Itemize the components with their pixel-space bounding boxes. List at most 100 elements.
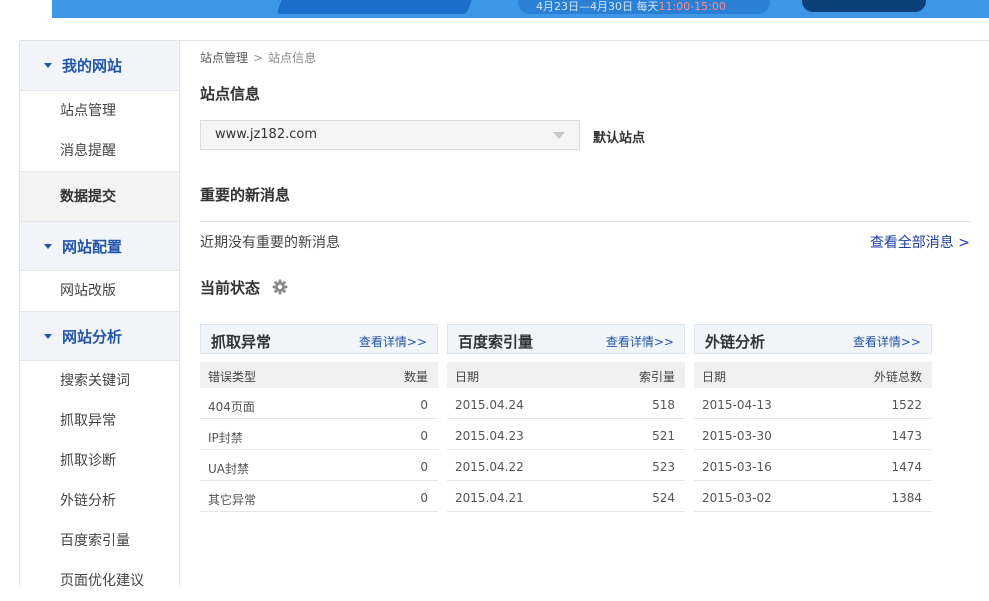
sidebar-item-site-management[interactable]: 站点管理 xyxy=(20,91,179,131)
row-label: IP封禁 xyxy=(208,431,243,445)
row-value: 0 xyxy=(420,491,428,505)
caret-down-icon xyxy=(44,333,52,339)
card-column-headers: 错误类型 数量 xyxy=(200,362,438,388)
banner-graphic xyxy=(276,0,478,14)
card-column-headers: 日期 外链总数 xyxy=(694,362,932,388)
row-value: 1473 xyxy=(891,429,922,443)
row-label: 2015.04.24 xyxy=(455,398,524,412)
sidebar-section-label: 网站配置 xyxy=(62,237,123,256)
caret-down-icon xyxy=(44,243,52,249)
sidebar-item-crawl-errors[interactable]: 抓取异常 xyxy=(20,401,179,441)
status-title: 当前状态 xyxy=(200,279,261,297)
breadcrumb-separator: > xyxy=(253,51,264,65)
sidebar-section-label: 网站分析 xyxy=(62,327,123,346)
breadcrumb-root[interactable]: 站点管理 xyxy=(200,51,248,65)
row-label: 2015-03-30 xyxy=(702,429,772,443)
column-header: 错误类型 xyxy=(208,370,257,384)
sidebar-section-site-analysis[interactable]: 网站分析 xyxy=(20,311,179,361)
card-details-link[interactable]: 查看详情>> xyxy=(606,333,674,350)
gear-icon[interactable] xyxy=(272,279,288,295)
row-label: 2015.04.22 xyxy=(455,460,524,474)
row-label: UA封禁 xyxy=(208,462,249,476)
row-value: 0 xyxy=(420,398,428,412)
sidebar-item-message-alerts[interactable]: 消息提醒 xyxy=(20,131,179,171)
sidebar-item-baidu-index[interactable]: 百度索引量 xyxy=(20,521,179,561)
row-label: 2015-03-16 xyxy=(702,460,772,474)
row-value: 0 xyxy=(420,460,428,474)
row-value: 518 xyxy=(652,398,675,412)
card-title: 抓取异常 xyxy=(211,333,272,351)
column-header: 日期 xyxy=(455,370,480,384)
table-row: 2015-03-02 1384 xyxy=(694,481,932,512)
baidu-index-card: 百度索引量 查看详情>> 日期 索引量 2015.04.24 518 2015.0… xyxy=(447,324,685,512)
card-details-link[interactable]: 查看详情>> xyxy=(359,333,427,350)
sidebar-item-page-optimization[interactable]: 页面优化建议 xyxy=(20,561,179,601)
table-row: IP封禁 0 xyxy=(200,419,438,450)
row-label: 2015.04.23 xyxy=(455,429,524,443)
backlink-analysis-card: 外链分析 查看详情>> 日期 外链总数 2015-04-13 1522 2015-… xyxy=(694,324,932,512)
banner-promo-time: 11:00-15:00 xyxy=(658,0,726,13)
sidebar-item-crawl-diagnosis[interactable]: 抓取诊断 xyxy=(20,441,179,481)
table-row: 2015.04.24 518 xyxy=(447,388,685,419)
table-row: 2015-03-30 1473 xyxy=(694,419,932,450)
column-header: 数量 xyxy=(403,370,428,384)
row-value: 524 xyxy=(652,491,675,505)
table-row: 2015.04.22 523 xyxy=(447,450,685,481)
view-all-messages-link[interactable]: 查看全部消息 > xyxy=(870,232,970,252)
banner-promo: 4月23日—4月30日 每天11:00-15:00 xyxy=(518,0,770,14)
row-value: 521 xyxy=(652,429,675,443)
sidebar-section-site-config[interactable]: 网站配置 xyxy=(20,221,179,271)
crawl-errors-card: 抓取异常 查看详情>> 错误类型 数量 404页面 0 IP封禁 0 UA封禁 0 其… xyxy=(200,324,438,512)
dropdown-arrow-icon xyxy=(553,132,565,139)
column-header: 日期 xyxy=(702,370,727,384)
breadcrumb: 站点管理 > 站点信息 xyxy=(200,49,316,66)
news-divider xyxy=(200,221,970,222)
row-label: 2015-03-02 xyxy=(702,491,772,505)
column-header: 外链总数 xyxy=(873,370,922,384)
sidebar: 我的网站 站点管理 消息提醒 数据提交 网站配置 网站改版 网站分析 搜索关键词… xyxy=(19,41,180,589)
default-site-label: 默认站点 xyxy=(593,131,646,146)
row-label: 其它异常 xyxy=(208,493,257,507)
card-title: 外链分析 xyxy=(705,333,766,351)
table-row: 2015.04.23 521 xyxy=(447,419,685,450)
row-value: 523 xyxy=(652,460,675,474)
table-row: 2015-04-13 1522 xyxy=(694,388,932,419)
row-value: 1474 xyxy=(891,460,922,474)
row-value: 1522 xyxy=(891,398,922,412)
news-title: 重要的新消息 xyxy=(200,186,291,204)
card-header: 百度索引量 查看详情>> xyxy=(447,324,685,354)
sidebar-section-label: 我的网站 xyxy=(62,57,123,75)
row-value: 0 xyxy=(420,429,428,443)
card-header: 外链分析 查看详情>> xyxy=(694,324,932,354)
table-row: 404页面 0 xyxy=(200,388,438,419)
caret-down-icon xyxy=(44,63,52,68)
row-value: 1384 xyxy=(891,491,922,505)
row-label: 2015.04.21 xyxy=(455,491,524,505)
card-title: 百度索引量 xyxy=(458,333,534,351)
banner-button[interactable] xyxy=(802,0,926,12)
banner-promo-date: 4月23日—4月30日 每天 xyxy=(536,0,659,13)
card-details-link[interactable]: 查看详情>> xyxy=(853,333,921,350)
banner-strip: 4月23日—4月30日 每天11:00-15:00 xyxy=(52,0,989,18)
breadcrumb-current: 站点信息 xyxy=(268,51,317,65)
card-column-headers: 日期 索引量 xyxy=(447,362,685,388)
table-row: UA封禁 0 xyxy=(200,450,438,481)
news-empty-text: 近期没有重要的新消息 xyxy=(200,235,340,251)
sidebar-section-my-sites[interactable]: 我的网站 xyxy=(20,41,179,91)
sidebar-item-data-submission[interactable]: 数据提交 xyxy=(20,171,179,221)
sidebar-item-site-redesign[interactable]: 网站改版 xyxy=(20,271,179,311)
site-select-value: www.jz182.com xyxy=(215,127,317,142)
sidebar-item-search-keywords[interactable]: 搜索关键词 xyxy=(20,361,179,401)
table-row: 其它异常 0 xyxy=(200,481,438,512)
status-cards: 抓取异常 查看详情>> 错误类型 数量 404页面 0 IP封禁 0 UA封禁 0 其… xyxy=(200,324,932,517)
row-label: 2015-04-13 xyxy=(702,398,772,412)
row-label: 404页面 xyxy=(208,400,255,414)
table-row: 2015-03-16 1474 xyxy=(694,450,932,481)
table-row: 2015.04.21 524 xyxy=(447,481,685,512)
column-header: 索引量 xyxy=(638,370,675,384)
top-banner[interactable]: 4月23日—4月30日 每天11:00-15:00 xyxy=(0,0,989,18)
sidebar-item-backlink-analysis[interactable]: 外链分析 xyxy=(20,481,179,521)
site-select[interactable]: www.jz182.com xyxy=(200,120,580,150)
site-info-title: 站点信息 xyxy=(200,85,261,103)
card-header: 抓取异常 查看详情>> xyxy=(200,324,438,354)
